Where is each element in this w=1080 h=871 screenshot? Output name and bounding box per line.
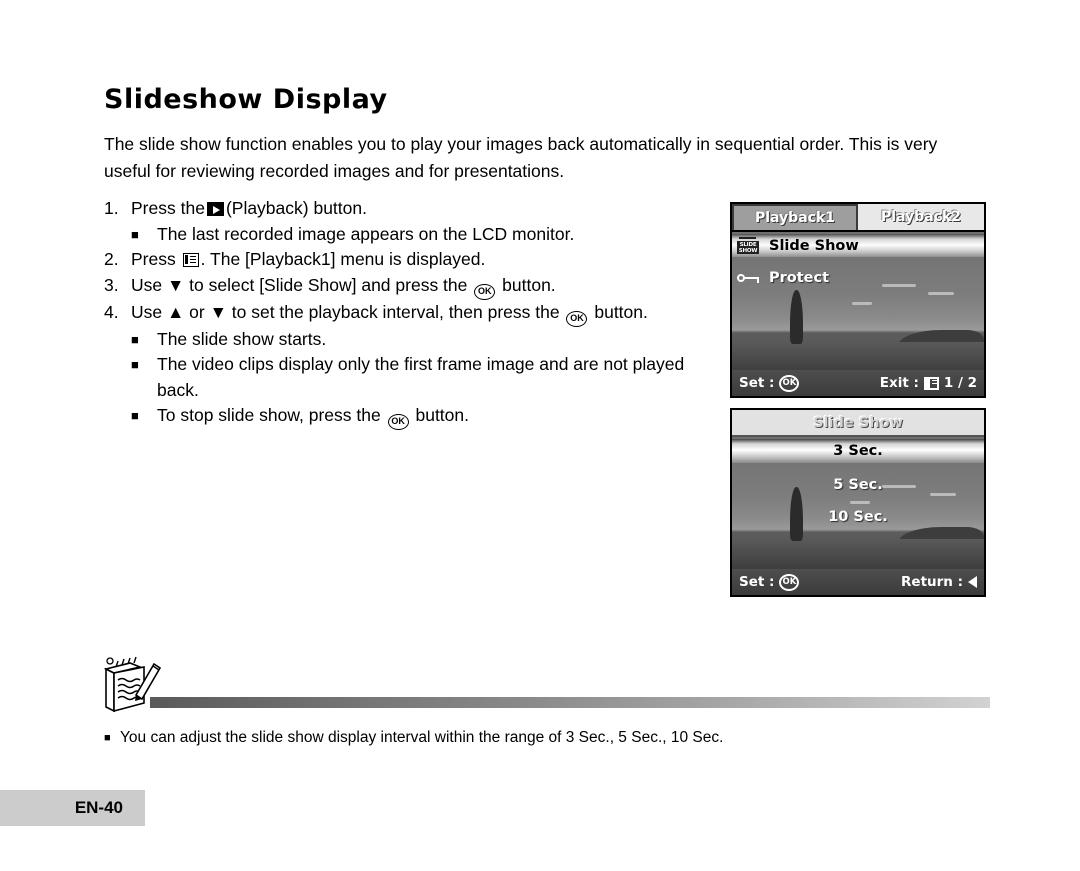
step-item: 2. Press . The [Playback1] menu is displ… [104,247,704,273]
exit-label: Exit : [879,375,919,391]
key-icon [737,271,759,285]
sub-item: ■ To stop slide show, press the OK butto… [131,403,704,430]
sub-text: The video clips display only the first f… [157,354,685,400]
ok-icon: OK [566,310,588,327]
step-number: 2. [104,249,119,269]
ground-shape [732,539,984,569]
note-divider [150,697,990,708]
lcd-menu-item-label: Slide Show [769,237,859,254]
bullet-icon: ■ [131,331,139,347]
set-label: Set : [739,375,775,391]
set-hint: Set : OK [739,374,800,392]
step-text: Press the (Playback) button. [131,196,704,222]
step-item: 1. Press the (Playback) button. [104,196,704,222]
lcd-menu-item-protect[interactable]: Protect [732,266,984,289]
page-title: Slideshow Display [104,84,388,115]
step-text-before: Use ▲ or ▼ to set the playback interval,… [131,301,560,322]
menu-icon [923,376,939,390]
sub-text-before: To stop slide show, press the [157,405,381,425]
interval-option-10sec[interactable]: 10 Sec. [732,505,984,529]
sub-text: The last recorded image appears on the L… [157,223,575,244]
page-number: EN-40 [74,798,123,817]
slideshow-icon: SLIDE SHOW [737,237,759,254]
step-text-after: (Playback) button. [225,198,367,218]
sub-item: ■ The video clips display only the first… [131,352,704,403]
step-number: 4. [104,301,119,322]
lcd-menu-item-label: Protect [769,269,830,286]
step-text-after: button. [502,274,556,295]
lcd-menu-item-slide-show[interactable]: SLIDE SHOW Slide Show [732,234,984,257]
step-text-before: Press the [131,198,205,218]
lcd-slideshow-interval-screenshot: Slide Show 3 Sec. 5 Sec. 10 Sec. Set : O… [730,408,986,597]
sub-text-after: button. [415,405,470,425]
intro-paragraph: The slide show function enables you to p… [104,134,938,181]
lcd-bottom-bar: Set : OK Return : [732,569,984,595]
step-text-before: Press [131,249,176,269]
interval-option-5sec[interactable]: 5 Sec. [732,473,984,497]
step-text: Press . The [Playback1] menu is displaye… [131,247,704,273]
ok-icon: OK [387,414,409,430]
sub-text: The slide show starts. [157,328,327,349]
step-item: 3. Use ▼ to select [Slide Show] and pres… [104,273,704,300]
steps-list: 1. Press the (Playback) button. ■ The las… [104,196,704,430]
set-label: Set : [739,574,775,590]
step-text: Use ▼ to select [Slide Show] and press t… [131,273,704,300]
step-text: Use ▲ or ▼ to set the playback interval,… [131,300,704,327]
note-text: ■ You can adjust the slide show display … [104,727,984,749]
step-text-after: button. [594,301,648,322]
step-text-after: . The [Playback1] menu is displayed. [200,249,486,269]
ground-shape [732,342,984,372]
set-hint: Set : OK [739,573,800,591]
tree-shape [790,290,803,344]
note-body: You can adjust the slide show display in… [120,729,724,746]
sub-item: ■ The last recorded image appears on the… [131,222,704,248]
ok-icon: OK [779,573,800,591]
step-number: 3. [104,274,119,295]
cloud-shape [928,292,954,295]
lcd-tab-bar: Playback1 Playback2 [732,204,984,232]
page-indicator: 1 / 2 [943,375,977,391]
bullet-icon: ■ [104,732,111,744]
menu-icon [182,253,199,267]
bullet-icon: ■ [131,357,139,372]
tab-playback2[interactable]: Playback2 [858,204,984,230]
step-item: 4. Use ▲ or ▼ to set the playback interv… [104,300,704,327]
playback-icon [206,202,224,216]
lcd-title: Slide Show [732,410,984,437]
cloud-shape [852,302,872,305]
step-text-before: Use ▼ to select [Slide Show] and press t… [131,274,468,295]
ok-icon: OK [474,283,496,300]
return-hint: Return : [901,574,977,590]
sub-item: ■ The slide show starts. [131,327,704,353]
lcd-photo-background: SLIDE SHOW Slide Show Protect [732,232,984,372]
sub-text: To stop slide show, press the OK button. [157,403,704,430]
bullet-icon: ■ [131,226,139,242]
ok-icon: OK [779,374,800,392]
step-number: 1. [104,198,119,218]
exit-hint: Exit : 1 / 2 [880,375,977,391]
return-label: Return : [901,574,963,590]
lcd-bottom-bar: Set : OK Exit : 1 / 2 [732,370,984,396]
lcd-playback-menu-screenshot: Playback1 Playback2 SLIDE SHOW Slide Show… [730,202,986,398]
tab-playback1[interactable]: Playback1 [732,204,858,230]
bullet-icon: ■ [131,408,139,423]
lcd-photo-background: 3 Sec. 5 Sec. 10 Sec. [732,437,984,569]
interval-option-3sec[interactable]: 3 Sec. [732,439,984,463]
left-arrow-icon [968,576,977,588]
footer-bar: EN-40 [0,790,145,826]
cloud-shape [850,501,870,504]
